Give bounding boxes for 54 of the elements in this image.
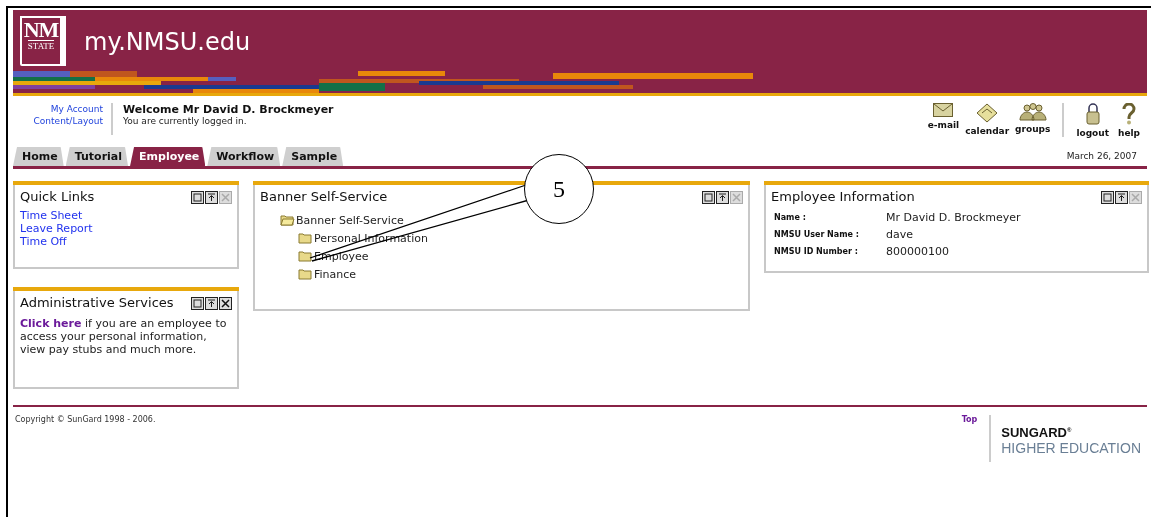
help-link[interactable]: help xyxy=(1115,103,1143,138)
restore-button[interactable] xyxy=(191,297,204,310)
tab[interactable]: Employee xyxy=(130,147,206,166)
quick-link[interactable]: Time Sheet xyxy=(20,209,232,222)
calendar-icon xyxy=(976,103,999,123)
tab[interactable]: Sample xyxy=(282,147,344,166)
envelope-icon xyxy=(933,103,954,117)
folder-icon xyxy=(298,268,313,280)
tree-item[interactable]: Finance xyxy=(298,265,743,283)
email-link[interactable]: e-mail xyxy=(927,103,960,130)
groups-link[interactable]: groups xyxy=(1015,103,1051,134)
minimize-button[interactable] xyxy=(716,191,729,204)
folder-icon xyxy=(298,250,313,262)
quick-link[interactable]: Time Off xyxy=(20,235,232,248)
account-link[interactable]: My Account xyxy=(50,103,103,115)
portlet-title: Employee Information xyxy=(771,189,915,205)
padlock-icon xyxy=(1085,103,1100,125)
field-label: NMSU ID Number : xyxy=(774,247,859,256)
description-text: Click here if you are an employee to access your personal information, view pay stubs and much more. xyxy=(20,317,228,356)
field-value: 800000100 xyxy=(886,245,950,258)
tab[interactable]: Workflow xyxy=(207,147,281,166)
portlet-title: Banner Self-Service xyxy=(260,189,388,205)
logout-link[interactable]: logout xyxy=(1076,103,1109,138)
open-folder-icon xyxy=(280,214,295,226)
minimize-button[interactable] xyxy=(205,191,218,204)
field-label: Name : xyxy=(774,213,807,222)
restore-button[interactable] xyxy=(191,191,204,204)
minimize-button[interactable] xyxy=(1115,191,1128,204)
question-mark-icon xyxy=(1122,103,1136,125)
quick-link[interactable]: Leave Report xyxy=(20,222,232,235)
date-text: March 26, 2007 xyxy=(1066,151,1138,163)
restore-button[interactable] xyxy=(702,191,715,204)
folder-icon xyxy=(298,232,313,244)
calendar-link[interactable]: calendar xyxy=(965,103,1010,136)
field-label: NMSU User Name : xyxy=(774,230,860,239)
people-icon xyxy=(1018,103,1047,121)
tab[interactable]: Home xyxy=(13,147,64,166)
portlet-title: Administrative Services xyxy=(20,295,174,311)
top-link[interactable]: Top xyxy=(961,415,978,424)
close-button[interactable] xyxy=(219,297,232,310)
site-title: my.NMSU.edu xyxy=(84,28,251,56)
callout-number: 5 xyxy=(524,154,594,224)
welcome-text: Welcome Mr David D. Brockmeyer xyxy=(123,103,334,116)
minimize-button[interactable] xyxy=(205,297,218,310)
restore-button[interactable] xyxy=(1101,191,1114,204)
logo: NM STATE xyxy=(20,16,66,66)
field-value: dave xyxy=(886,228,914,241)
tab[interactable]: Tutorial xyxy=(65,147,129,166)
login-status: You are currently logged in. xyxy=(123,116,248,126)
brand-logo: SUNGARD$^{®}$ HIGHER EDUCATION xyxy=(989,415,1147,463)
portlet-title: Quick Links xyxy=(20,189,95,205)
field-value: Mr David D. Brockmeyer xyxy=(886,211,1022,224)
account-link[interactable]: Content/Layout xyxy=(33,115,103,127)
copyright-text: Copyright © SunGard 1998 - 2006. xyxy=(14,415,156,424)
